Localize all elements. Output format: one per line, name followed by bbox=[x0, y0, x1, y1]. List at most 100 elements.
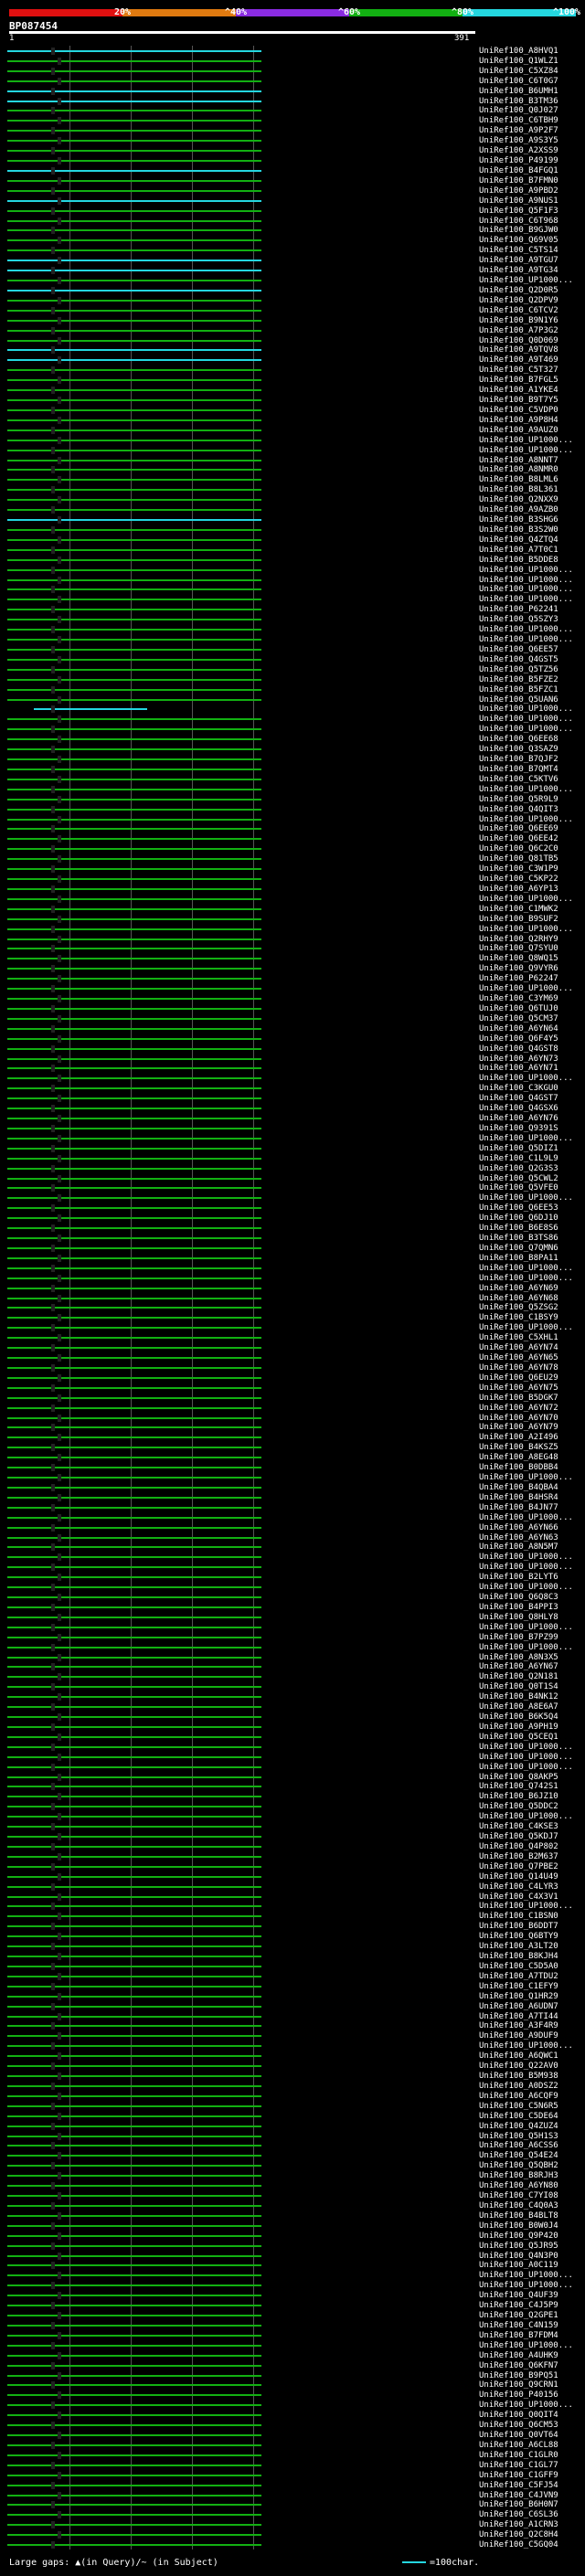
gap-marker bbox=[58, 296, 61, 304]
alignment-bar bbox=[7, 1406, 261, 1409]
alignment-bar bbox=[7, 280, 261, 282]
gap-marker bbox=[51, 1304, 55, 1312]
gap-marker bbox=[58, 1953, 61, 1961]
alignment-bar bbox=[7, 1097, 261, 1100]
gap-marker bbox=[51, 945, 55, 953]
gap-marker bbox=[58, 237, 61, 245]
gap-marker bbox=[51, 705, 55, 714]
gap-marker bbox=[58, 1713, 61, 1722]
gap-marker bbox=[51, 326, 55, 334]
alignment-bar bbox=[7, 2125, 261, 2127]
alignment-bar bbox=[7, 1037, 261, 1040]
gap-marker bbox=[58, 1414, 61, 1422]
alignment-bar bbox=[7, 1755, 261, 1758]
gap-marker bbox=[58, 1394, 61, 1402]
alignment-bar bbox=[7, 778, 261, 780]
gap-marker bbox=[58, 2471, 61, 2479]
gap-marker bbox=[51, 785, 55, 793]
gap-marker bbox=[58, 2152, 61, 2160]
gap-marker bbox=[51, 2262, 55, 2270]
gap-marker bbox=[51, 2341, 55, 2349]
gap-marker bbox=[51, 2042, 55, 2051]
alignment-bar bbox=[7, 1526, 261, 1529]
gap-marker bbox=[51, 1743, 55, 1751]
alignment-bar bbox=[7, 728, 261, 731]
gap-marker bbox=[58, 1753, 61, 1761]
alignment-bar bbox=[7, 270, 261, 272]
alignment-bar bbox=[7, 1057, 261, 1060]
gap-marker bbox=[51, 2221, 55, 2230]
alignment-bar bbox=[7, 808, 261, 811]
alignment-bar bbox=[7, 130, 261, 133]
alignment-bar bbox=[7, 160, 261, 163]
alignment-bar bbox=[7, 169, 261, 172]
alignment-bar bbox=[7, 509, 261, 512]
gap-marker bbox=[51, 1044, 55, 1053]
alignment-bar bbox=[7, 2354, 261, 2357]
gap-marker bbox=[51, 2201, 55, 2210]
gap-marker bbox=[51, 566, 55, 574]
hit-row[interactable]: UniRef100_C5GQ04 bbox=[0, 2539, 585, 2550]
gap-marker bbox=[51, 506, 55, 514]
gap-marker bbox=[51, 1564, 55, 1572]
gap-marker bbox=[51, 1404, 55, 1412]
gap-marker bbox=[58, 277, 61, 285]
alignment-bar bbox=[7, 1416, 261, 1419]
gap-marker bbox=[51, 1164, 55, 1172]
alignment-bar bbox=[7, 408, 261, 411]
alignment-bar bbox=[7, 1836, 261, 1839]
alignment-bar bbox=[7, 2534, 261, 2537]
alignment-bar bbox=[7, 2115, 261, 2117]
gap-marker bbox=[51, 286, 55, 294]
gap-marker bbox=[51, 665, 55, 673]
gap-marker bbox=[51, 965, 55, 973]
alignment-bar bbox=[7, 668, 261, 671]
gap-marker bbox=[58, 2491, 61, 2499]
gap-marker bbox=[51, 1943, 55, 1951]
gap-marker bbox=[51, 1424, 55, 1432]
alignment-bar bbox=[7, 2015, 261, 2018]
gap-marker bbox=[51, 1224, 55, 1233]
alignment-bar bbox=[7, 479, 261, 482]
gap-marker bbox=[58, 2112, 61, 2120]
gap-marker bbox=[58, 1833, 61, 1841]
alignment-bar bbox=[7, 1636, 261, 1638]
gap-marker bbox=[51, 306, 55, 314]
alignment-bar bbox=[7, 120, 261, 122]
gap-marker bbox=[58, 176, 61, 185]
alignment-bar bbox=[7, 848, 261, 851]
gap-marker bbox=[58, 2391, 61, 2400]
gap-marker bbox=[51, 905, 55, 913]
alignment-bar bbox=[7, 948, 261, 950]
gap-marker bbox=[51, 1324, 55, 1332]
gap-marker bbox=[51, 2122, 55, 2130]
gap-marker bbox=[58, 1553, 61, 1562]
alignment-bar bbox=[7, 2324, 261, 2327]
alignment-bar bbox=[7, 2305, 261, 2307]
alignment-bar bbox=[7, 229, 261, 232]
gap-marker bbox=[51, 87, 55, 95]
alignment-bar bbox=[7, 1895, 261, 1898]
gap-marker bbox=[58, 77, 61, 85]
alignment-bar bbox=[7, 1167, 261, 1170]
alignment-bar bbox=[7, 1127, 261, 1129]
gap-marker bbox=[58, 1454, 61, 1462]
hit-label[interactable]: UniRef100_C5GQ04 bbox=[479, 2539, 558, 2550]
gap-marker bbox=[51, 127, 55, 135]
alignment-bar bbox=[7, 538, 261, 541]
alignment-bar bbox=[7, 1875, 261, 1878]
gap-marker bbox=[58, 895, 61, 903]
gap-marker bbox=[51, 2302, 55, 2310]
gap-marker bbox=[58, 736, 61, 744]
gap-marker bbox=[51, 1264, 55, 1272]
alignment-bar bbox=[7, 2284, 261, 2287]
gap-marker bbox=[58, 2412, 61, 2420]
alignment-bar bbox=[7, 2244, 261, 2247]
gap-marker bbox=[58, 795, 61, 803]
alignment-bar bbox=[7, 599, 261, 601]
gap-marker bbox=[58, 1673, 61, 1681]
alignment-bar bbox=[7, 1995, 261, 1998]
alignment-bar bbox=[7, 1586, 261, 1589]
scale-legend: =100char. bbox=[402, 2558, 479, 2568]
alignment-bar bbox=[7, 69, 261, 72]
